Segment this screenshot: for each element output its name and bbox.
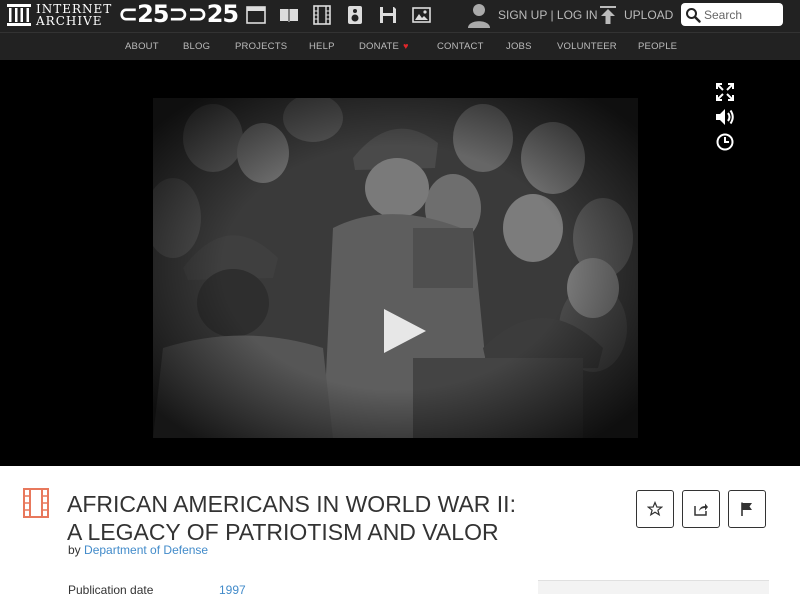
side-panel <box>538 580 769 594</box>
software-icon[interactable] <box>377 4 399 26</box>
share-icon <box>694 503 708 516</box>
nav-volunteer[interactable]: VOLUNTEER <box>557 41 617 52</box>
item-details: AFRICAN AMERICANS IN WORLD WAR II: A LEG… <box>0 466 800 597</box>
images-icon[interactable] <box>410 4 432 26</box>
star-icon <box>647 501 663 517</box>
web-icon[interactable] <box>245 4 267 26</box>
byline: by Department of Defense <box>68 543 208 557</box>
nav-projects[interactable]: PROJECTS <box>235 41 287 52</box>
upload-area[interactable]: UPLOAD <box>598 4 673 26</box>
upload-link[interactable]: UPLOAD <box>624 8 673 22</box>
by-label: by <box>68 543 81 557</box>
anniversary-mark[interactable]: ⊂25⊃⊃25 <box>118 1 239 27</box>
nav-people[interactable]: PEOPLE <box>638 41 677 52</box>
clock-icon[interactable] <box>714 131 736 153</box>
play-icon[interactable] <box>382 307 428 355</box>
publication-date-value[interactable]: 1997 <box>219 583 246 597</box>
item-title-line-2: A LEGACY OF PATRIOTISM AND VALOR <box>67 519 499 545</box>
user-icon[interactable] <box>466 2 492 28</box>
secondary-navigation: ABOUT BLOG PROJECTS HELP DONATE ♥ CONTACT… <box>0 32 800 60</box>
media-type-icons <box>245 4 432 26</box>
archive-temple-icon <box>7 4 31 26</box>
nav-donate[interactable]: DONATE ♥ <box>359 41 409 52</box>
nav-about[interactable]: ABOUT <box>125 41 159 52</box>
nav-jobs[interactable]: JOBS <box>506 41 532 52</box>
fullscreen-icon[interactable] <box>714 81 736 103</box>
audio-icon[interactable] <box>344 4 366 26</box>
texts-icon[interactable] <box>278 4 300 26</box>
item-title: AFRICAN AMERICANS IN WORLD WAR II: A LEG… <box>67 490 587 546</box>
nav-contact[interactable]: CONTACT <box>437 41 484 52</box>
nav-donate-label: DONATE <box>359 41 400 52</box>
volume-icon[interactable] <box>714 106 736 128</box>
item-title-line-1: AFRICAN AMERICANS IN WORLD WAR II: <box>67 491 516 517</box>
internet-archive-logo[interactable]: INTERNET ARCHIVE <box>6 2 112 28</box>
share-button[interactable] <box>682 490 720 528</box>
search-icon <box>686 7 701 23</box>
flag-icon <box>741 502 752 516</box>
video-thumbnail[interactable] <box>153 98 638 438</box>
top-navigation-bar: INTERNET ARCHIVE ⊂25⊃⊃25 SIGN UP | LOG I… <box>0 0 800 32</box>
author-link[interactable]: Department of Defense <box>84 543 208 557</box>
heart-icon: ♥ <box>403 41 409 51</box>
search-box[interactable] <box>681 3 783 26</box>
account-area: SIGN UP | LOG IN <box>466 2 598 28</box>
upload-icon[interactable] <box>598 4 618 26</box>
flag-button[interactable] <box>728 490 766 528</box>
publication-date-label: Publication date <box>68 583 154 597</box>
logo-text: INTERNET ARCHIVE <box>36 3 112 27</box>
video-icon[interactable] <box>311 4 333 26</box>
video-still-image <box>153 98 638 438</box>
video-player[interactable] <box>0 60 800 466</box>
logo-line-2: ARCHIVE <box>36 14 103 28</box>
signup-login-link[interactable]: SIGN UP | LOG IN <box>498 8 598 22</box>
film-icon <box>23 488 49 518</box>
favorite-button[interactable] <box>636 490 674 528</box>
nav-blog[interactable]: BLOG <box>183 41 210 52</box>
search-input[interactable] <box>704 7 780 22</box>
nav-help[interactable]: HELP <box>309 41 335 52</box>
